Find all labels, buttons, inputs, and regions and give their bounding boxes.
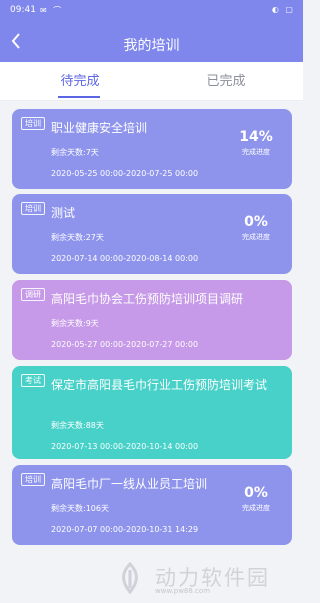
tab-bar: 待完成 已完成	[0, 62, 303, 101]
progress-percent: 0%	[244, 214, 268, 230]
tab-completed[interactable]: 已完成	[166, 70, 286, 89]
remaining-days: 剩余天数:9天	[51, 319, 99, 328]
progress-block: 0% 完成进度	[228, 214, 284, 242]
app-header: 09:41 ✉ ⌒ ◐ ▢ 我的培训	[0, 0, 303, 62]
status-right-icons: ◐ ▢	[271, 5, 295, 14]
remaining-days: 剩余天数:106天	[51, 504, 109, 513]
date-range: 2020-07-13 00:00-2020-10-14 00:00	[51, 442, 199, 451]
card-type-badge: 培训	[21, 473, 45, 486]
date-range: 2020-07-07 00:00-2020-10-31 14:29	[51, 525, 199, 534]
card-title: 保定市高阳县毛巾行业工伤预防培训考试	[51, 378, 268, 392]
date-range: 2020-07-14 00:00-2020-08-14 00:00	[51, 254, 199, 263]
exam-card[interactable]: 考试 保定市高阳县毛巾行业工伤预防培训考试 剩余天数:88天 2020-07-1…	[12, 366, 292, 459]
progress-block: 14% 完成进度	[228, 129, 284, 157]
progress-label: 完成进度	[242, 504, 270, 512]
progress-block: 0% 完成进度	[228, 485, 284, 513]
survey-card[interactable]: 调研 高阳毛巾协会工伤预防培训项目调研 剩余天数:9天 2020-05-27 0…	[12, 280, 292, 360]
remaining-days: 剩余天数:7天	[51, 148, 99, 157]
status-bar: 09:41 ✉ ⌒ ◐ ▢	[0, 0, 303, 22]
card-type-badge: 培训	[21, 202, 45, 215]
card-type-badge: 培训	[21, 117, 45, 130]
date-range: 2020-05-27 00:00-2020-07-27 00:00	[51, 340, 199, 349]
card-title: 高阳毛巾厂一线从业员工培训	[51, 477, 208, 491]
date-range: 2020-05-25 00:00-2020-07-25 00:00	[51, 169, 199, 178]
card-type-badge: 调研	[21, 288, 45, 301]
training-card[interactable]: 培训 高阳毛巾厂一线从业员工培训 剩余天数:106天 2020-07-07 00…	[12, 465, 292, 545]
watermark-url: www.pw88.com	[155, 587, 211, 595]
card-title: 高阳毛巾协会工伤预防培训项目调研	[51, 292, 244, 306]
status-time: 09:41	[10, 5, 36, 15]
progress-label: 完成进度	[242, 233, 270, 241]
navigation-bar: 我的培训	[0, 30, 303, 58]
remaining-days: 剩余天数:27天	[51, 233, 104, 242]
status-left-icons: ✉ ⌒	[40, 6, 64, 15]
progress-percent: 0%	[244, 485, 268, 501]
progress-label: 完成进度	[242, 148, 270, 156]
card-title: 职业健康安全培训	[51, 121, 148, 135]
training-card[interactable]: 培训 测试 剩余天数:27天 2020-07-14 00:00-2020-08-…	[12, 194, 292, 274]
card-type-badge: 考试	[21, 374, 45, 387]
training-card[interactable]: 培训 职业健康安全培训 剩余天数:7天 2020-05-25 00:00-202…	[12, 109, 292, 189]
watermark-logo-icon	[122, 561, 138, 595]
tab-active-indicator	[58, 96, 100, 98]
watermark: 动力软件园 www.pw88.com	[112, 556, 297, 598]
card-title: 测试	[51, 206, 76, 220]
tab-pending[interactable]: 待完成	[20, 70, 140, 89]
page-title: 我的培训	[123, 38, 180, 54]
progress-percent: 14%	[239, 129, 273, 145]
remaining-days: 剩余天数:88天	[51, 421, 104, 430]
